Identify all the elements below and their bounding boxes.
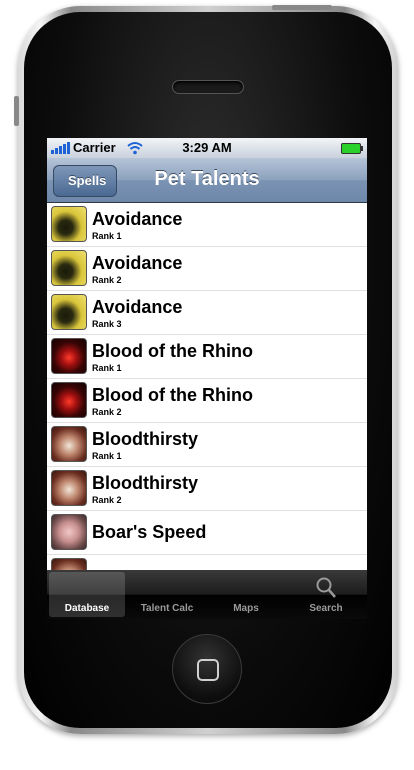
spell-name: Blood of the Rhino <box>92 385 253 405</box>
spell-name: Bloodthirsty <box>92 429 198 449</box>
list-item[interactable]: Avoidance Rank 2 <box>47 247 367 291</box>
status-bar: Carrier 3:29 AM <box>47 138 367 158</box>
battery-icon <box>341 143 363 154</box>
home-button[interactable] <box>172 634 242 704</box>
list-item[interactable]: Blood of the Rhino Rank 1 <box>47 335 367 379</box>
spell-rank: Rank 2 <box>92 407 122 417</box>
bloodthirsty-icon <box>51 470 87 506</box>
spell-rank: Rank 3 <box>92 319 122 329</box>
tab-talent-calc[interactable]: Talent Calc <box>129 572 205 617</box>
list-item[interactable]: Boar's Speed <box>47 511 367 555</box>
list-item[interactable]: Bloodthirsty Rank 1 <box>47 423 367 467</box>
status-time: 3:29 AM <box>182 140 232 155</box>
tab-search[interactable]: Search <box>288 572 364 617</box>
volume-button <box>14 96 19 126</box>
spell-name: Avoidance <box>92 297 183 317</box>
home-square-icon <box>197 659 219 681</box>
list-item[interactable]: Avoidance Rank 1 <box>47 203 367 247</box>
avoidance-icon <box>51 294 87 330</box>
list-item-partial[interactable] <box>47 555 367 570</box>
boars-speed-icon <box>51 514 87 550</box>
tab-database[interactable]: Database <box>49 572 125 617</box>
tab-label: Search <box>309 603 343 614</box>
spell-name: Blood of the Rhino <box>92 341 253 361</box>
power-button <box>272 5 332 10</box>
spell-name: Boar's Speed <box>92 522 207 542</box>
tab-maps[interactable]: Maps <box>208 572 284 617</box>
search-icon <box>316 577 336 598</box>
spell-name: Bloodthirsty <box>92 473 198 493</box>
spell-rank: Rank 2 <box>92 495 122 505</box>
earpiece-speaker <box>172 80 244 94</box>
screen: Carrier 3:29 AM Spells Pet Talents Avoid… <box>47 138 367 619</box>
blood-of-the-rhino-icon <box>51 382 87 418</box>
spell-icon <box>51 558 87 570</box>
list-item[interactable]: Avoidance Rank 3 <box>47 291 367 335</box>
avoidance-icon <box>51 250 87 286</box>
tab-bar: Database Talent Calc Maps Search <box>47 570 367 619</box>
tab-label: Talent Calc <box>140 603 194 614</box>
spell-rank: Rank 1 <box>92 363 122 373</box>
page-title: Pet Talents <box>154 168 260 190</box>
spell-rank: Rank 1 <box>92 451 122 461</box>
tab-label: Maps <box>233 603 259 614</box>
spell-list: Avoidance Rank 1 Avoidance Rank 2 Avoida… <box>47 203 367 570</box>
spell-name: Avoidance <box>92 253 183 273</box>
tab-label: Database <box>64 603 110 614</box>
spell-rank: Rank 1 <box>92 231 122 241</box>
list-item[interactable]: Bloodthirsty Rank 2 <box>47 467 367 511</box>
spell-name: Avoidance <box>92 209 183 229</box>
navigation-bar: Spells Pet Talents <box>47 158 367 203</box>
spell-rank: Rank 2 <box>92 275 122 285</box>
avoidance-icon <box>51 206 87 242</box>
blood-of-the-rhino-icon <box>51 338 87 374</box>
list-item[interactable]: Blood of the Rhino Rank 2 <box>47 379 367 423</box>
bloodthirsty-icon <box>51 426 87 462</box>
